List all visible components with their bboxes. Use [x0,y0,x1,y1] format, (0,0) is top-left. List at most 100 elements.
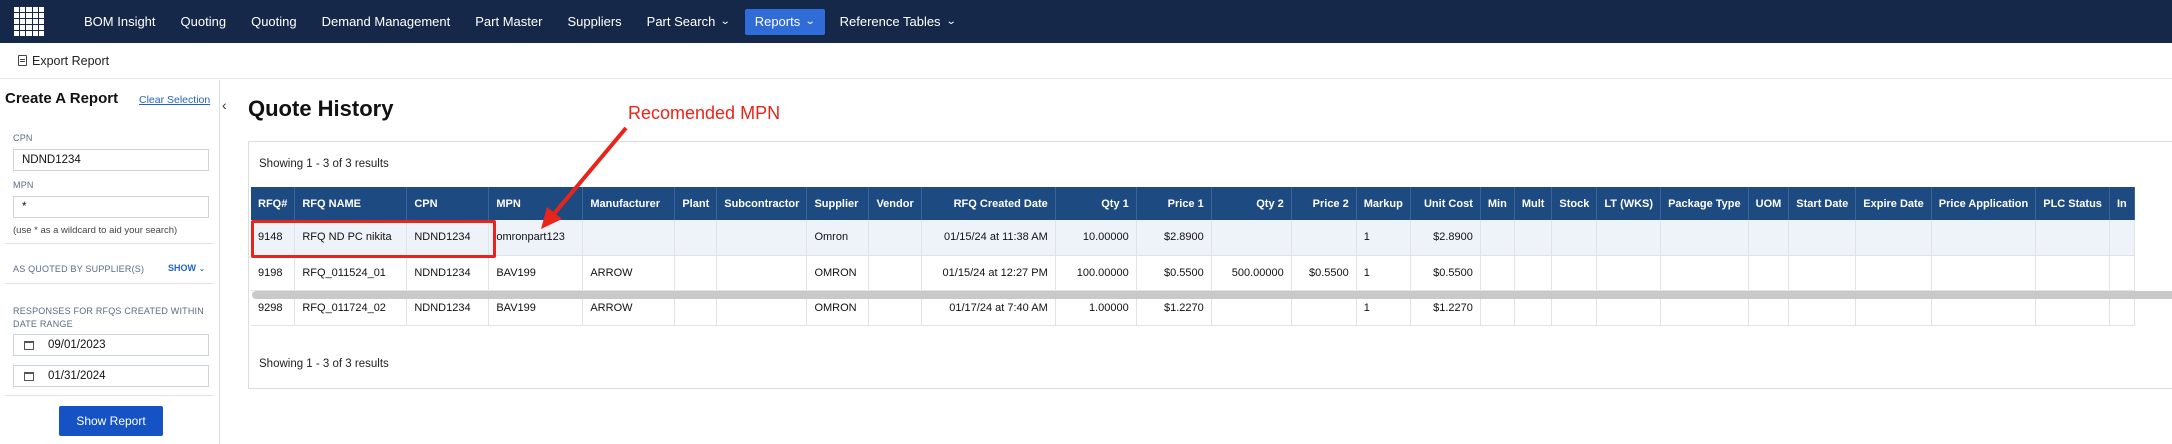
cell-min [1480,220,1515,255]
show-suppliers-toggle[interactable]: SHOW ⌄ [168,263,205,273]
col-cpn[interactable]: CPN [406,187,490,220]
show-label: SHOW [168,263,196,273]
date-from-input[interactable]: 09/01/2023 [13,334,209,356]
nav-item-reports[interactable]: Reports ⌄ [744,8,825,35]
col-price-1[interactable]: Price 1 [1136,187,1212,220]
show-report-button[interactable]: Show Report [59,406,163,436]
cell-in [2109,255,2135,290]
col-unit-cost[interactable]: Unit Cost [1410,187,1481,220]
cell-uom [1748,255,1790,290]
results-count-bottom: Showing 1 - 3 of 3 results [259,358,389,370]
cell-markup: 1 [1356,255,1411,290]
create-report-sidebar: Create A Report Clear Selection CPN NDND… [0,80,220,444]
cell-rfq-name: RFQ_011524_01 [294,255,408,290]
col-uom[interactable]: UOM [1748,187,1790,220]
col-mult[interactable]: Mult [1514,187,1553,220]
mpn-input[interactable]: * [13,196,209,218]
nav-label: Part Master [475,14,543,29]
nav-label: Demand Management [321,14,451,29]
col-rfq-name[interactable]: RFQ NAME [294,187,408,220]
date-to-value: 01/31/2024 [48,370,106,382]
nav-label: Reports [754,14,801,29]
col-manufacturer[interactable]: Manufacturer [582,187,676,220]
col-expire-date[interactable]: Expire Date [1855,187,1932,220]
nav-item-suppliers[interactable]: Suppliers [557,9,631,35]
document-icon [18,55,27,66]
nav-label: BOM Insight [84,14,156,29]
cpn-label: CPN [13,133,33,143]
col-subcontractor[interactable]: Subcontractor [716,187,808,220]
col-price-2[interactable]: Price 2 [1291,187,1357,220]
nav-item-reference-tables[interactable]: Reference Tables ⌄ [830,9,965,35]
col-mpn[interactable]: MPN [488,187,584,220]
cell-plant [674,255,718,290]
results-panel: Showing 1 - 3 of 3 results RFQ# RFQ NAME… [248,141,2172,389]
cell-min [1480,255,1515,290]
calendar-icon [24,371,34,381]
mpn-label: MPN [13,180,34,190]
cell-start-date [1788,255,1857,290]
cell-start-date [1788,220,1857,255]
chevron-down-icon: ⌄ [720,16,731,27]
cell-supplier: OMRON [806,255,870,290]
mpn-hint: (use * as a wildcard to aid your search) [13,225,178,236]
col-qty-2[interactable]: Qty 2 [1211,187,1292,220]
divider [5,395,213,396]
cell-package-type [1660,220,1749,255]
cell-rfq-created-date: 01/15/24 at 12:27 PM [921,255,1056,290]
col-markup[interactable]: Markup [1356,187,1411,220]
col-qty-1[interactable]: Qty 1 [1055,187,1137,220]
col-rfq-created-date[interactable]: RFQ Created Date [921,187,1056,220]
cell-markup: 1 [1356,220,1411,255]
nav-item-quoting-2[interactable]: Quoting [241,9,307,35]
cell-manufacturer [582,220,676,255]
cell-subcontractor [716,255,808,290]
cell-plc-status [2035,255,2110,290]
export-report-label: Export Report [32,53,110,68]
cell-plant [674,220,718,255]
col-plant[interactable]: Plant [674,187,718,220]
table-row[interactable]: 9148 RFQ ND PC nikita NDND1234 omronpart… [251,220,2135,255]
cell-price-application [1931,255,2037,290]
chevron-down-icon: ⌄ [199,266,205,273]
divider [5,243,213,244]
app-logo-icon[interactable] [14,6,44,37]
cell-lt-wks [1596,255,1662,290]
col-supplier[interactable]: Supplier [806,187,870,220]
col-plc-status[interactable]: PLC Status [2035,187,2110,220]
date-to-input[interactable]: 01/31/2024 [13,365,209,387]
chevron-down-icon: ⌄ [945,16,957,27]
nav-item-part-master[interactable]: Part Master [465,9,552,35]
col-vendor[interactable]: Vendor [868,187,922,220]
horizontal-scrollbar[interactable] [252,291,2172,299]
quote-history-table-wrap: RFQ# RFQ NAME CPN MPN Manufacturer Plant… [251,187,2172,326]
nav-item-quoting[interactable]: Quoting [171,9,237,35]
cell-cpn: NDND1234 [406,255,490,290]
col-rfq-number[interactable]: RFQ# [251,187,296,220]
col-min[interactable]: Min [1480,187,1515,220]
col-price-application[interactable]: Price Application [1931,187,2037,220]
quote-history-table: RFQ# RFQ NAME CPN MPN Manufacturer Plant… [251,187,2135,326]
cell-qty-2 [1211,220,1292,255]
nav-item-part-search[interactable]: Part Search ⌄ [637,9,740,35]
table-row[interactable]: 9198 RFQ_011524_01 NDND1234 BAV199 ARROW… [251,255,2135,290]
nav-item-demand-management[interactable]: Demand Management [312,9,461,35]
col-lt-wks[interactable]: LT (WKS) [1596,187,1662,220]
nav-label: Reference Tables [839,14,941,29]
clear-selection-link[interactable]: Clear Selection [139,94,210,106]
sub-toolbar: Export Report [0,43,2172,79]
cpn-input[interactable]: NDND1234 [13,149,209,171]
nav-label: Quoting [251,14,297,29]
col-start-date[interactable]: Start Date [1788,187,1857,220]
cell-lt-wks [1596,220,1662,255]
cell-subcontractor [716,220,808,255]
col-package-type[interactable]: Package Type [1660,187,1749,220]
col-in[interactable]: In [2109,187,2135,220]
sidebar-title: Create A Report [5,90,119,107]
export-report-button[interactable]: Export Report [18,54,109,68]
nav-item-bom-insight[interactable]: BOM Insight [74,9,166,35]
col-stock[interactable]: Stock [1551,187,1598,220]
collapse-sidebar-icon[interactable]: ‹ [222,97,227,113]
cell-manufacturer: ARROW [582,255,676,290]
cell-price-application [1931,220,2037,255]
